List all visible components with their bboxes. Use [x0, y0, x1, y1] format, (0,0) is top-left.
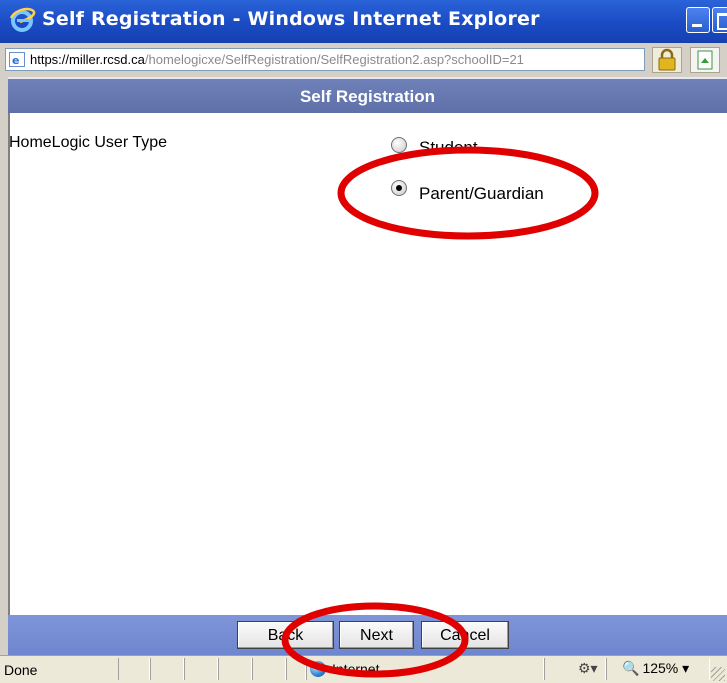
svg-text:e: e	[12, 54, 19, 67]
parent-guardian-radio[interactable]	[391, 180, 407, 196]
status-segment	[150, 658, 184, 680]
protected-mode-icon[interactable]: ⚙▾	[578, 660, 598, 677]
page-icon: e	[9, 52, 25, 67]
main-content	[10, 113, 727, 615]
window-title: Self Registration - Windows Internet Exp…	[42, 8, 540, 30]
lock-icon	[658, 48, 676, 71]
url-host: miller.rcsd.ca	[69, 52, 145, 67]
zoom-icon: 🔍	[622, 660, 640, 676]
security-lock-button[interactable]	[652, 47, 682, 73]
security-zone[interactable]: Internet	[310, 661, 379, 677]
internet-explorer-icon	[9, 7, 36, 32]
url-path: /homelogicxe/SelfRegistration/SelfRegist…	[144, 52, 524, 67]
certificate-button[interactable]	[690, 47, 720, 73]
student-radio[interactable]	[391, 137, 407, 153]
status-segment	[184, 658, 218, 680]
window-titlebar[interactable]: Self Registration - Windows Internet Exp…	[0, 0, 727, 43]
cancel-button[interactable]: Cancel	[421, 621, 509, 649]
status-segment	[252, 658, 286, 680]
status-bar: Done Internet ⚙▾ 🔍 125% ▾	[0, 655, 727, 683]
address-bar: e https://miller.rcsd.ca/homelogicxe/Sel…	[0, 43, 727, 77]
certificate-icon	[697, 50, 713, 70]
maximize-button[interactable]	[712, 7, 727, 33]
zoom-level: 125%	[642, 660, 679, 676]
status-segment	[218, 658, 252, 680]
status-segment	[286, 658, 306, 680]
page-header: Self Registration	[8, 77, 727, 113]
minimize-button[interactable]	[686, 7, 710, 33]
address-input[interactable]: e https://miller.rcsd.ca/homelogicxe/Sel…	[5, 48, 645, 71]
url-prefix: https://	[30, 52, 70, 67]
globe-icon	[310, 661, 326, 677]
window-frame	[0, 77, 8, 655]
url-text: https://miller.rcsd.ca/homelogicxe/SelfR…	[30, 52, 524, 67]
back-button[interactable]: Back	[237, 621, 334, 649]
zoom-control[interactable]: 🔍 125% ▾	[622, 660, 689, 677]
status-segment	[118, 658, 150, 680]
resize-grip[interactable]	[711, 667, 725, 681]
status-text: Done	[4, 662, 38, 678]
parent-guardian-label[interactable]: Parent/Guardian	[419, 184, 544, 204]
user-type-label: HomeLogic User Type	[9, 134, 167, 151]
zone-label: Internet	[332, 661, 380, 677]
student-label[interactable]: Student	[419, 138, 478, 158]
next-button[interactable]: Next	[339, 621, 414, 649]
